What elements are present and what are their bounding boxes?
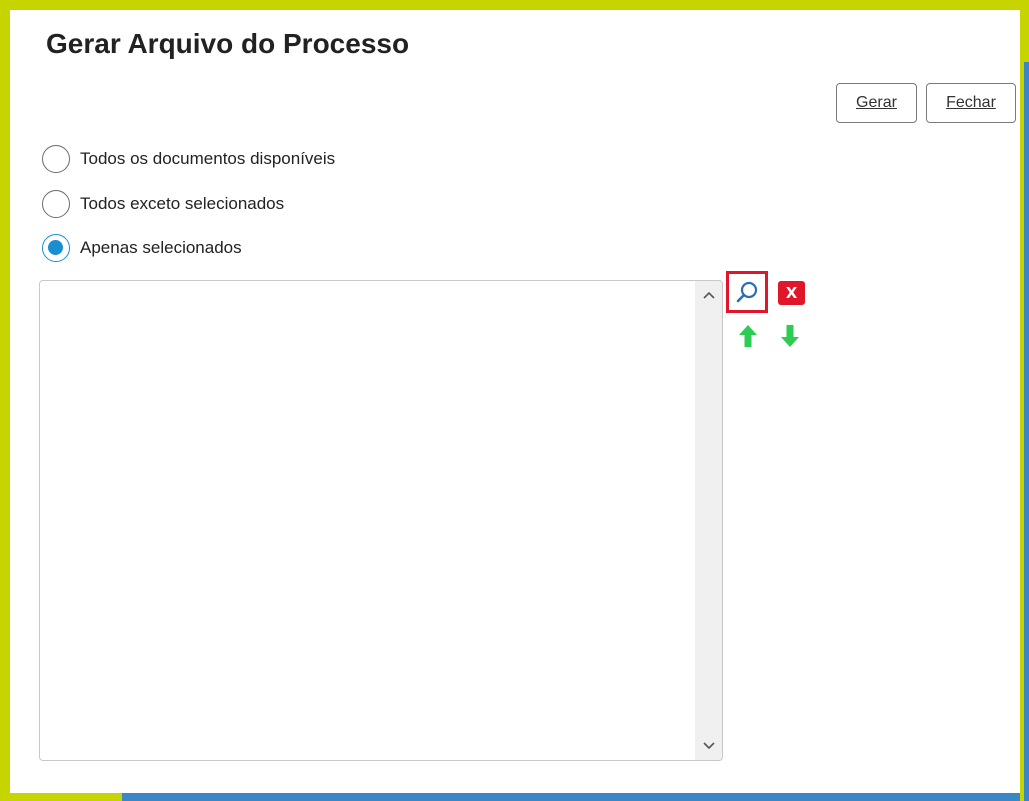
dialog-window: Gerar Arquivo do Processo Gerar Fechar T…: [0, 0, 1029, 801]
search-button[interactable]: [726, 271, 768, 313]
radio-option-todos-disponiveis[interactable]: Todos os documentos disponíveis: [42, 143, 335, 175]
radio-option-apenas-selecionados[interactable]: Apenas selecionados: [42, 232, 242, 264]
frame-border-bottom-blue: [122, 793, 1020, 801]
arrow-up-icon: [739, 325, 757, 347]
scroll-down-icon[interactable]: [695, 734, 722, 758]
radio-button[interactable]: [42, 145, 70, 173]
delete-button[interactable]: X: [778, 281, 805, 305]
scroll-up-icon[interactable]: [695, 283, 722, 307]
radio-label: Todos os documentos disponíveis: [80, 149, 336, 168]
search-icon: [736, 281, 758, 303]
selected-documents-list[interactable]: [39, 280, 723, 761]
radio-option-todos-exceto[interactable]: Todos exceto selecionados: [42, 188, 284, 220]
frame-border-top: [0, 0, 1029, 10]
gerar-button[interactable]: Gerar: [836, 83, 917, 123]
fechar-button[interactable]: Fechar: [926, 83, 1016, 123]
page-title: Gerar Arquivo do Processo: [46, 28, 410, 59]
frame-border-left: [0, 0, 10, 801]
frame-border-bottom-green: [0, 793, 122, 801]
move-up-button[interactable]: [736, 323, 760, 349]
move-down-button[interactable]: [778, 323, 802, 349]
radio-label: Todos exceto selecionados: [80, 194, 285, 213]
radio-label: Apenas selecionados: [80, 238, 242, 257]
delete-icon: X: [785, 284, 798, 302]
list-scrollbar[interactable]: [695, 281, 722, 760]
arrow-down-icon: [781, 325, 799, 347]
frame-border-right-blue: [1024, 62, 1029, 801]
radio-button-selected[interactable]: [42, 234, 70, 262]
radio-button[interactable]: [42, 190, 70, 218]
